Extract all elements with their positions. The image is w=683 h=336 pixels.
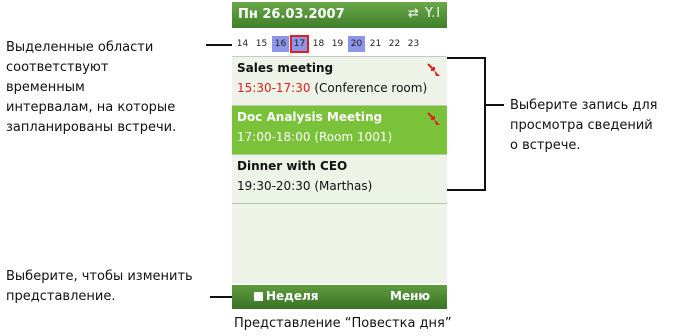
appointment-time: 17:00-18:00 xyxy=(237,130,311,144)
appointment-time: 15:30-17:30 xyxy=(237,81,311,95)
appointment-place: (Conference room) xyxy=(314,81,428,95)
softkey-week-button[interactable]: Неделя xyxy=(266,289,319,303)
callout-bracket-top xyxy=(447,57,486,59)
phone-screen: Пн 26.03.2007 ⇄ Y.l 14 15 16 17 18 19 20… xyxy=(232,2,447,309)
agenda-list: Sales meeting 15:30-17:30 (Conference ro… xyxy=(232,57,447,283)
appointment-item[interactable]: Sales meeting 15:30-17:30 (Conference ro… xyxy=(232,57,447,106)
callout-bracket-bottom xyxy=(447,189,486,191)
day-cell[interactable]: 23 xyxy=(405,36,422,52)
appointment-place: (Marthas) xyxy=(314,179,373,193)
softkey-indicator-icon xyxy=(254,292,263,301)
day-cell[interactable]: 22 xyxy=(386,36,403,52)
appointment-item[interactable]: Dinner with CEO 19:30-20:30 (Marthas) xyxy=(232,155,447,204)
appointment-title: Dinner with CEO xyxy=(237,159,348,173)
appointment-title: Doc Analysis Meeting xyxy=(237,110,383,124)
callout-bracket-vertical xyxy=(484,57,486,191)
callout-highlighted-areas: Выделенные области соответствуют временн… xyxy=(6,40,177,135)
appointment-title: Sales meeting xyxy=(237,61,334,75)
figure-caption: Представление “Повестка дня” xyxy=(234,316,452,331)
softkey-menu-button[interactable]: Меню xyxy=(390,289,430,303)
soft-key-bar: Неделя Меню xyxy=(232,285,447,309)
callout-select-entry: Выберите запись для просмотра сведений о… xyxy=(510,98,658,153)
day-cell-busy[interactable]: 16 xyxy=(272,36,289,52)
day-cell-today[interactable]: 17 xyxy=(290,35,309,53)
appointment-time: 19:30-20:30 xyxy=(237,179,311,193)
status-icons: ⇄ Y.l xyxy=(407,6,441,21)
callout-pointer xyxy=(486,104,504,106)
day-cell[interactable]: 14 xyxy=(234,36,251,52)
day-cell-busy[interactable]: 20 xyxy=(348,36,365,52)
reminder-flag-icon xyxy=(427,112,440,125)
title-bar: Пн 26.03.2007 ⇄ Y.l xyxy=(232,2,447,28)
callout-line-highlighted xyxy=(206,44,232,46)
day-cell[interactable]: 19 xyxy=(329,36,346,52)
appointment-item-selected[interactable]: Doc Analysis Meeting 17:00-18:00 (Room 1… xyxy=(232,106,447,155)
date-label: Пн 26.03.2007 xyxy=(238,7,345,22)
day-cell[interactable]: 18 xyxy=(310,36,327,52)
appointment-place: (Room 1001) xyxy=(314,130,393,144)
day-cell[interactable]: 15 xyxy=(253,36,270,52)
reminder-flag-icon xyxy=(427,63,440,76)
callout-change-view: Выберите, чтобы изменить представление. xyxy=(6,269,193,304)
day-cell[interactable]: 21 xyxy=(367,36,384,52)
day-strip: 14 15 16 17 18 19 20 21 22 23 xyxy=(232,29,447,57)
